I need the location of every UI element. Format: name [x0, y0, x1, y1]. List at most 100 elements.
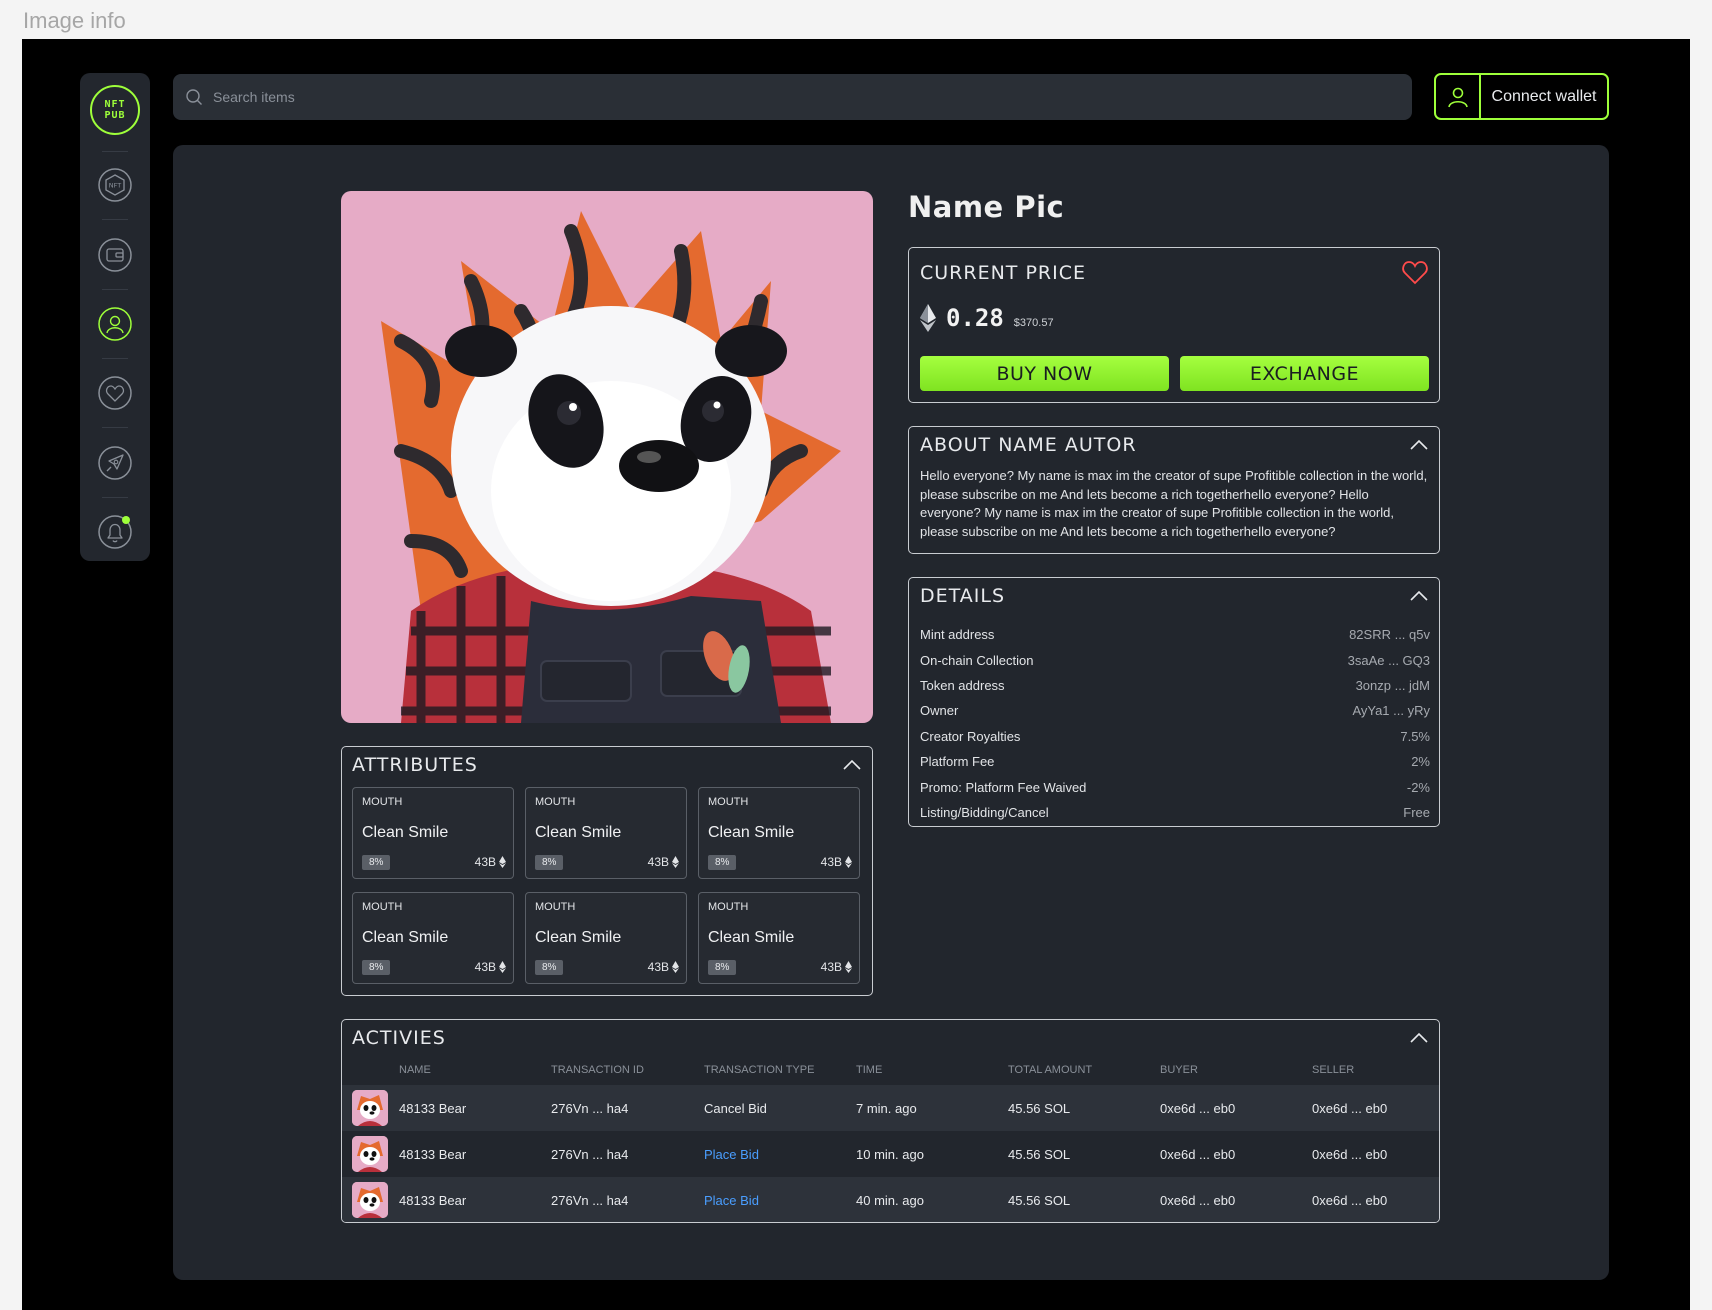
- ethereum-icon: [672, 856, 679, 868]
- row-seller: 0xe6d ... eb0: [1312, 1100, 1388, 1116]
- exchange-button[interactable]: EXCHANGE: [1180, 356, 1429, 391]
- chevron-up-icon[interactable]: [1409, 1030, 1429, 1044]
- detail-row-owner: Owner AyYa1 ... yRy: [920, 698, 1430, 723]
- sidebar-divider: [102, 289, 128, 290]
- sidebar: NFT PUB NFT: [80, 73, 150, 561]
- detail-row-royalties: Creator Royalties 7.5%: [920, 724, 1430, 749]
- ethereum-icon: [672, 961, 679, 973]
- attribute-tile[interactable]: MOUTH Clean Smile 8% 43B: [698, 787, 860, 879]
- chevron-up-icon[interactable]: [1409, 437, 1429, 451]
- attributes-card: ATTRIBUTES MOUTH Clean Smile 8% 43B MOUT…: [341, 746, 873, 996]
- detail-value: 3saAe ... GQ3: [1347, 652, 1430, 668]
- brand-logo-line2: PUB: [104, 110, 126, 121]
- detail-label: Owner: [920, 703, 959, 719]
- main-panel: Name Pic CURRENT PRICE 0.28 $370.57 BUY …: [173, 145, 1609, 1280]
- attribute-type: MOUTH: [362, 901, 403, 913]
- sidebar-item-notifications[interactable]: [97, 514, 133, 550]
- rocket-icon: [98, 446, 132, 480]
- detail-label: Platform Fee: [920, 754, 995, 770]
- nft-hexagon-icon: NFT: [98, 168, 132, 202]
- attribute-count-value: 43B: [647, 960, 669, 974]
- attribute-type: MOUTH: [708, 901, 749, 913]
- column-header-total-amount: TOTAL AMOUNT: [1008, 1064, 1093, 1076]
- attribute-tile[interactable]: MOUTH Clean Smile 8% 43B: [352, 787, 514, 879]
- page-header: Image info: [23, 8, 126, 33]
- table-row[interactable]: 48133 Bear 276Vn ... ha4 Place Bid 10 mi…: [342, 1131, 1439, 1177]
- detail-label: Token address: [920, 677, 1005, 693]
- sidebar-item-profile[interactable]: [97, 306, 133, 342]
- brand-logo[interactable]: NFT PUB: [90, 85, 140, 135]
- buy-now-button[interactable]: BUY NOW: [920, 356, 1169, 391]
- attribute-name: Clean Smile: [708, 824, 795, 841]
- ethereum-icon: [845, 961, 852, 973]
- ethereum-icon: [499, 856, 506, 868]
- table-row[interactable]: 48133 Bear 276Vn ... ha4 Cancel Bid 7 mi…: [342, 1085, 1439, 1131]
- chevron-up-icon[interactable]: [842, 757, 862, 771]
- detail-value: 7.5%: [1400, 728, 1430, 744]
- attribute-name: Clean Smile: [362, 824, 449, 841]
- detail-value: 82SRR ... q5v: [1349, 627, 1430, 643]
- ethereum-icon: [845, 856, 852, 868]
- details-list: Mint address 82SRR ... q5v On-chain Colle…: [920, 622, 1430, 825]
- svg-text:NFT: NFT: [109, 182, 121, 190]
- price-row: 0.28 $370.57: [920, 304, 1054, 332]
- attribute-count: 43B: [475, 855, 506, 869]
- search-bar[interactable]: [173, 74, 1412, 120]
- attribute-count-value: 43B: [820, 855, 842, 869]
- sidebar-item-launch[interactable]: [97, 445, 133, 481]
- attribute-tile[interactable]: MOUTH Clean Smile 8% 43B: [698, 892, 860, 984]
- row-time: 10 min. ago: [856, 1146, 924, 1162]
- connect-wallet-button[interactable]: Connect wallet: [1434, 73, 1609, 120]
- row-transaction-type-link[interactable]: Place Bid: [704, 1147, 759, 1162]
- favorite-heart-icon[interactable]: [1401, 258, 1429, 286]
- row-buyer: 0xe6d ... eb0: [1160, 1146, 1236, 1162]
- details-title: DETAILS: [920, 585, 1006, 607]
- attribute-count: 43B: [475, 960, 506, 974]
- row-transaction-id: 276Vn ... ha4: [551, 1146, 629, 1162]
- price-card: CURRENT PRICE 0.28 $370.57 BUY NOW EXCHA…: [908, 247, 1440, 403]
- attribute-name: Clean Smile: [708, 929, 795, 946]
- details-card: DETAILS Mint address 82SRR ... q5v On-cha…: [908, 577, 1440, 827]
- attribute-type: MOUTH: [535, 901, 576, 913]
- row-transaction-type: Cancel Bid: [704, 1100, 767, 1116]
- heart-icon: [98, 376, 132, 410]
- attribute-rarity-badge: 8%: [362, 960, 391, 975]
- detail-value: AyYa1 ... yRy: [1352, 703, 1430, 719]
- sidebar-item-nft[interactable]: NFT: [97, 167, 133, 203]
- user-icon: [1436, 75, 1481, 118]
- about-author-text: Hello everyone? My name is max im the cr…: [920, 468, 1428, 539]
- sidebar-item-favorites[interactable]: [97, 375, 133, 411]
- row-name: 48133 Bear: [399, 1146, 467, 1162]
- nft-artwork[interactable]: [341, 191, 873, 723]
- attributes-grid: MOUTH Clean Smile 8% 43B MOUTH Clean Smi…: [352, 787, 860, 984]
- table-row[interactable]: 48133 Bear 276Vn ... ha4 Place Bid 40 mi…: [342, 1177, 1439, 1222]
- sidebar-divider: [102, 219, 128, 220]
- nft-thumbnail: [352, 1136, 388, 1172]
- attribute-tile[interactable]: MOUTH Clean Smile 8% 43B: [525, 787, 687, 879]
- detail-value: 3onzp ... jdM: [1355, 677, 1430, 693]
- sidebar-divider: [102, 497, 128, 498]
- attribute-tile[interactable]: MOUTH Clean Smile 8% 43B: [525, 892, 687, 984]
- price-card-title: CURRENT PRICE: [920, 262, 1086, 284]
- nft-thumbnail: [352, 1090, 388, 1126]
- price-value: 0.28: [946, 304, 1004, 332]
- row-transaction-type-link[interactable]: Place Bid: [704, 1193, 759, 1208]
- detail-label: Promo: Platform Fee Waived: [920, 779, 1087, 795]
- column-header-buyer: BUYER: [1160, 1064, 1198, 1076]
- attribute-count-value: 43B: [820, 960, 842, 974]
- attribute-rarity-badge: 8%: [535, 960, 564, 975]
- chevron-up-icon[interactable]: [1409, 588, 1429, 602]
- attribute-count: 43B: [821, 855, 852, 869]
- attribute-tile[interactable]: MOUTH Clean Smile 8% 43B: [352, 892, 514, 984]
- sidebar-item-wallet[interactable]: [97, 237, 133, 273]
- attribute-type: MOUTH: [535, 796, 576, 808]
- attributes-title: ATTRIBUTES: [352, 754, 478, 776]
- detail-label: On-chain Collection: [920, 652, 1034, 668]
- panda-illustration: [381, 211, 841, 723]
- row-seller: 0xe6d ... eb0: [1312, 1192, 1388, 1208]
- row-total-amount: 45.56 SOL: [1008, 1192, 1071, 1208]
- row-name: 48133 Bear: [399, 1192, 467, 1208]
- search-input[interactable]: [213, 89, 1313, 105]
- sidebar-divider: [102, 358, 128, 359]
- search-icon: [186, 89, 202, 105]
